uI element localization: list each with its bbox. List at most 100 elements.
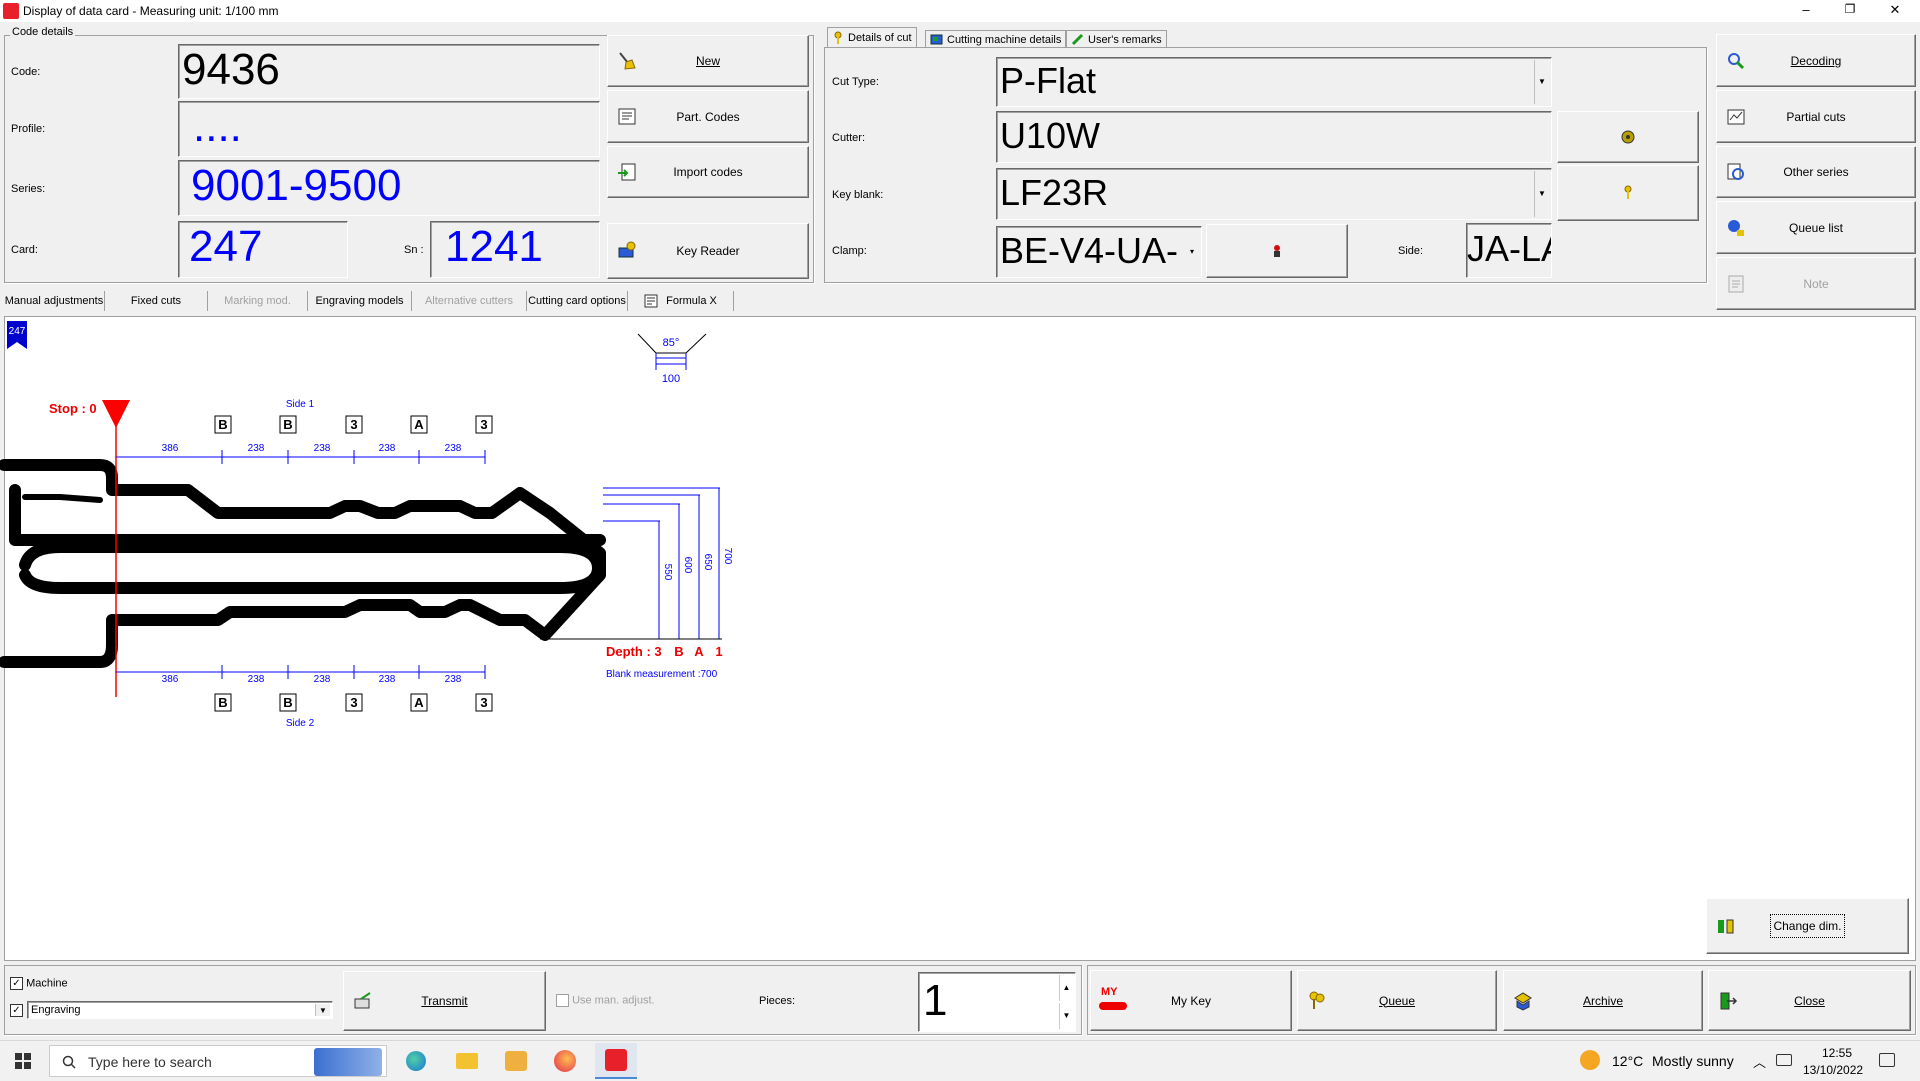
svg-text:238: 238	[445, 674, 462, 685]
clamp-select[interactable]: BE-V4-UA- ▾	[996, 226, 1202, 278]
side2-cut-3: 3	[350, 695, 357, 710]
restore-button[interactable]: ❐	[1840, 2, 1860, 16]
svg-text:550: 550	[662, 564, 673, 581]
queue-button[interactable]: Queue	[1297, 970, 1497, 1031]
key-blank-select[interactable]: LF23R ▼	[996, 168, 1552, 220]
close-button[interactable]: Close	[1708, 970, 1911, 1031]
use-manual-adjust-checkbox[interactable]: Use man. adjust.	[556, 994, 655, 1007]
document-icon	[618, 108, 636, 124]
clock-time[interactable]: 12:55	[1822, 1046, 1852, 1060]
archive-button[interactable]: Archive	[1503, 970, 1703, 1031]
clamp-info-button[interactable]	[1206, 224, 1348, 278]
part-codes-button[interactable]: Part. Codes	[607, 90, 809, 143]
file-explorer-icon[interactable]	[456, 1053, 478, 1069]
mail-app-icon[interactable]	[505, 1051, 527, 1071]
svg-text:238: 238	[314, 674, 331, 685]
weather-text[interactable]: Mostly sunny	[1652, 1053, 1734, 1069]
side2-cut-4: A	[414, 695, 424, 710]
code-details-title: Code details	[10, 26, 76, 38]
chevron-up-icon[interactable]: ︿	[1753, 1052, 1766, 1071]
side1-cut-5: 3	[480, 417, 487, 432]
notification-icon[interactable]	[1879, 1053, 1895, 1067]
tab-formula-x[interactable]: Formula X	[628, 291, 734, 311]
chevron-down-icon[interactable]: ▼	[1534, 60, 1549, 104]
cutter-label: Cutter:	[832, 132, 866, 144]
svg-text:650: 650	[702, 554, 713, 571]
angle-label: 85°	[663, 337, 680, 349]
windows-start-icon[interactable]	[15, 1053, 31, 1069]
tab-alternative-cutters[interactable]: Alternative cutters	[412, 291, 527, 311]
other-series-button[interactable]: Other series	[1716, 146, 1916, 198]
key-reader-icon	[618, 241, 636, 258]
sn-field[interactable]: 1241	[430, 221, 600, 278]
cut-type-select[interactable]: P-Flat ▼	[996, 57, 1552, 107]
chevron-down-icon[interactable]: ▼	[1534, 171, 1549, 217]
partial-cuts-button[interactable]: Partial cuts	[1716, 90, 1916, 143]
series-label: Series:	[11, 183, 46, 195]
change-dim-icon	[1718, 919, 1734, 934]
engraving-select[interactable]: Engraving ▼	[27, 1001, 333, 1019]
svg-text:247: 247	[9, 326, 26, 337]
code-field[interactable]: 9436	[178, 44, 600, 99]
card-field[interactable]: 247	[178, 221, 348, 278]
cutter-field[interactable]: U10W	[996, 111, 1552, 163]
stop-marker-icon	[102, 400, 130, 428]
note-button[interactable]: Note	[1716, 257, 1916, 310]
import-codes-label: Import codes	[673, 165, 743, 179]
decoding-icon	[1728, 52, 1745, 69]
close-window-button[interactable]: ✕	[1885, 2, 1905, 18]
stepper-down-icon[interactable]: ▼	[1059, 1003, 1073, 1029]
side1-cut-1: B	[218, 417, 227, 432]
key-reader-button[interactable]: Key Reader	[607, 223, 809, 279]
network-icon[interactable]	[1776, 1054, 1792, 1066]
side1-spacings: 386 238 238 238 238	[162, 443, 462, 454]
svg-text:238: 238	[445, 443, 462, 454]
tab-cutting-card-options[interactable]: Cutting card options	[527, 291, 628, 311]
chevron-down-icon[interactable]: ▾	[1185, 229, 1199, 275]
side-field[interactable]: JA-LA	[1466, 223, 1552, 278]
active-app-icon[interactable]	[595, 1043, 637, 1079]
stepper-up-icon[interactable]: ▲	[1059, 975, 1073, 1001]
key-blank-info-button[interactable]	[1557, 165, 1699, 221]
queue-list-button[interactable]: Queue list	[1716, 201, 1916, 254]
chevron-down-icon[interactable]: ▼	[315, 1004, 330, 1016]
engraving-checkbox[interactable]: ✓	[10, 1004, 23, 1017]
my-key-button[interactable]: MY My Key	[1090, 970, 1292, 1031]
series-field[interactable]: 9001-9500	[178, 160, 600, 216]
clock-date[interactable]: 13/10/2022	[1803, 1063, 1863, 1077]
transmit-button[interactable]: Transmit	[343, 971, 546, 1031]
cutter-info-button[interactable]	[1557, 111, 1699, 163]
key-icon	[1624, 185, 1632, 199]
side2-label: Side 2	[286, 718, 315, 729]
side2-cuts: B B 3 A 3	[214, 693, 493, 712]
side-label: Side:	[1398, 245, 1424, 257]
blank-measurement: Blank measurement :700	[606, 669, 718, 680]
svg-text:386: 386	[162, 674, 179, 685]
sn-label: Sn :	[404, 244, 424, 256]
search-placeholder: Type here to search	[88, 1054, 212, 1070]
pieces-stepper[interactable]: 1 ▲ ▼	[918, 972, 1076, 1032]
edge-icon[interactable]	[406, 1051, 426, 1071]
tab-users-remarks[interactable]: User's remarks	[1066, 30, 1167, 48]
tab-details-of-cut[interactable]: Details of cut	[827, 27, 917, 48]
profile-field[interactable]: ....	[178, 101, 600, 157]
decoding-button[interactable]: Decoding	[1716, 34, 1916, 87]
import-codes-button[interactable]: Import codes	[607, 146, 809, 198]
search-highlight-icon	[314, 1048, 382, 1076]
tab-manual-adjustments[interactable]: Manual adjustments	[4, 291, 105, 311]
tab-marking-mod[interactable]: Marking mod.	[208, 291, 308, 311]
minimize-button[interactable]: –	[1796, 2, 1816, 17]
archive-icon	[1514, 991, 1532, 1011]
window-title: Display of data card - Measuring unit: 1…	[23, 4, 279, 18]
tab-cutting-machine-details[interactable]: Cutting machine details	[925, 30, 1067, 48]
firefox-icon[interactable]	[554, 1050, 576, 1072]
key-blank-label: Key blank:	[832, 189, 884, 201]
temperature[interactable]: 12°C	[1612, 1053, 1643, 1069]
machine-checkbox[interactable]: ✓ Machine	[10, 977, 68, 990]
tab-engraving-models[interactable]: Engraving models	[308, 291, 412, 311]
depth-label: Depth : 3	[606, 644, 662, 659]
change-dim-button[interactable]: Change dim.	[1706, 898, 1909, 954]
taskbar-search[interactable]: Type here to search	[49, 1045, 387, 1077]
tab-fixed-cuts[interactable]: Fixed cuts	[105, 291, 208, 311]
new-button[interactable]: New	[607, 35, 809, 87]
